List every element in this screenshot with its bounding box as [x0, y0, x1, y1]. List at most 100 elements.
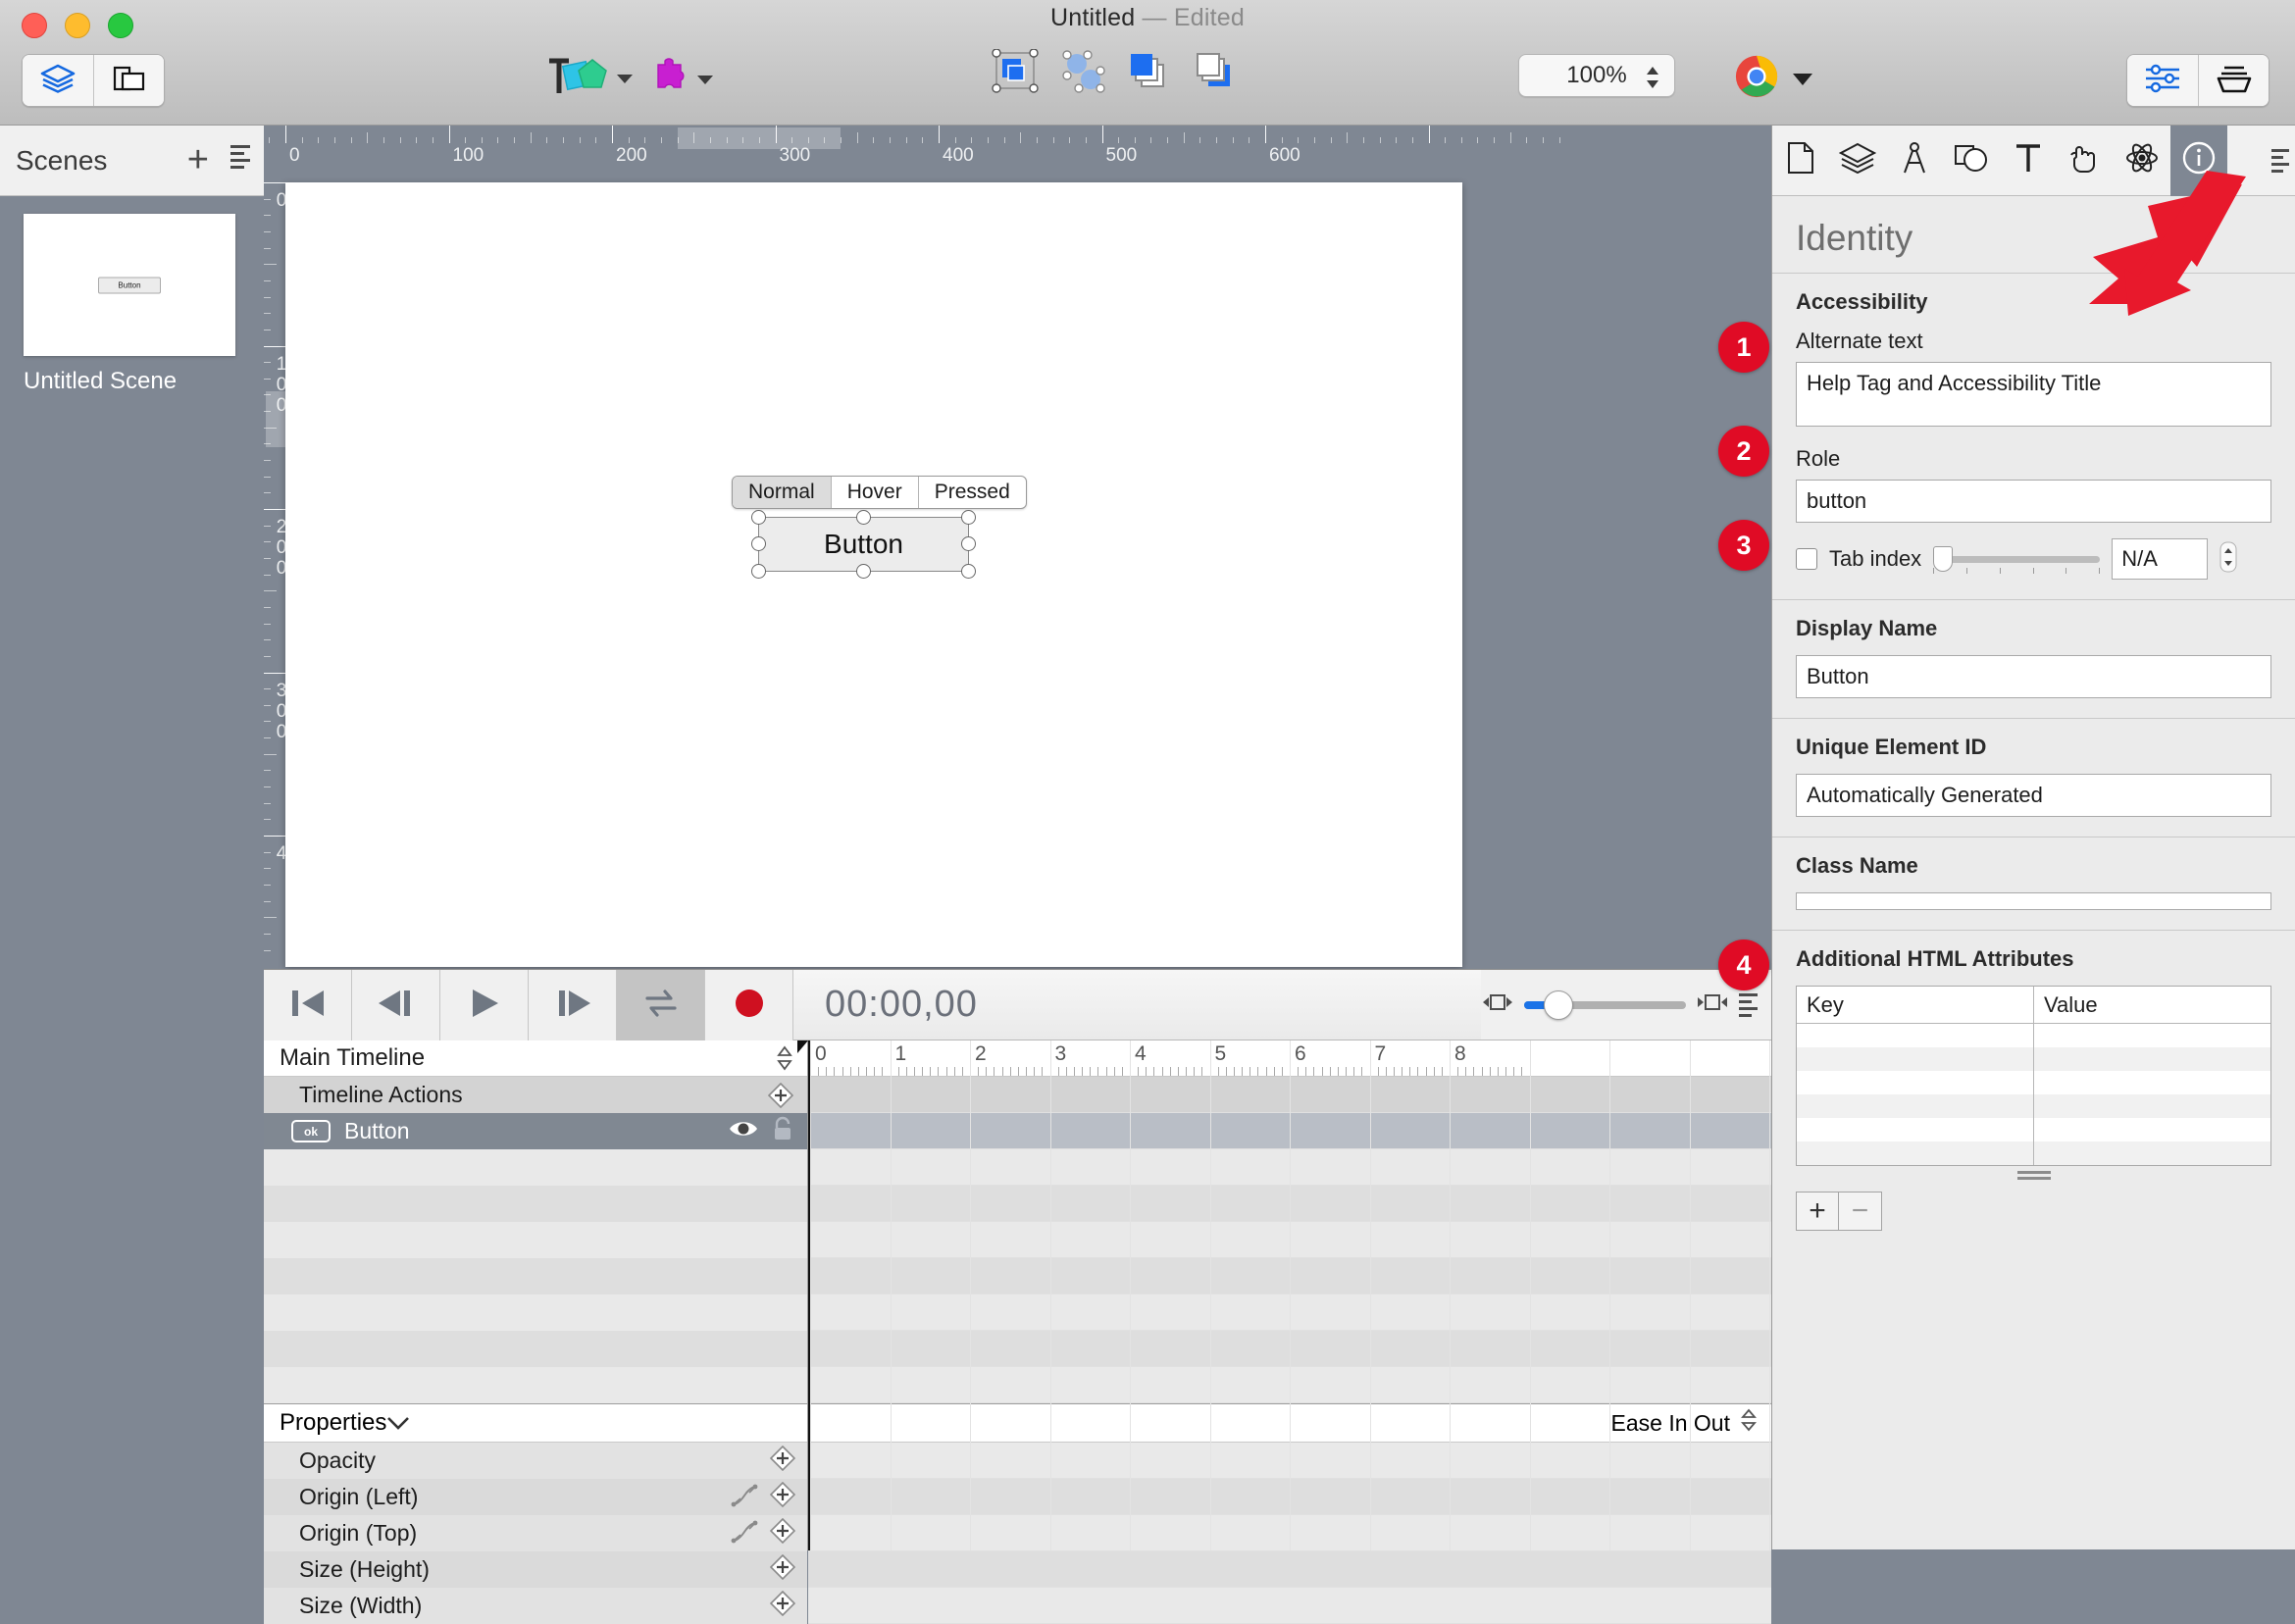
bring-front-icon[interactable] [1128, 51, 1173, 97]
property-row[interactable]: Origin (Left) [264, 1479, 807, 1515]
add-keyframe-icon[interactable] [769, 1445, 796, 1477]
attribute-row[interactable] [1797, 1094, 2270, 1118]
resize-handle-se[interactable] [961, 564, 976, 579]
library-toggle-button[interactable] [2198, 55, 2269, 106]
property-row[interactable]: Size (Height) [264, 1551, 807, 1588]
easing-curve-icon[interactable] [731, 1482, 758, 1513]
timeline-grid[interactable]: 0 1 2 3 4 5 6 7 8 Ease In Out [797, 1040, 1771, 1624]
property-lane[interactable] [808, 1588, 1771, 1624]
loop-button[interactable] [617, 970, 705, 1040]
chevron-down-icon[interactable] [1793, 73, 1812, 85]
chevron-down-icon[interactable] [697, 76, 713, 84]
inspector-tab-physics[interactable] [2114, 126, 2170, 196]
timeline-zoom-slider[interactable] [1524, 990, 1686, 1020]
attribute-value-cell[interactable] [2034, 1094, 2270, 1118]
zoom-level-field[interactable]: 100% [1518, 54, 1675, 97]
resize-handle-sw[interactable] [750, 564, 766, 579]
inspector-tab-document[interactable] [1772, 126, 1829, 196]
inspector-tab-element[interactable] [1943, 126, 2000, 196]
remove-attribute-button[interactable]: − [1839, 1192, 1882, 1231]
button-state-segmented-control[interactable]: Normal Hover Pressed [732, 476, 1027, 509]
add-keyframe-icon[interactable] [769, 1481, 796, 1513]
inspector-tab-scene[interactable] [1829, 126, 1886, 196]
attribute-row[interactable] [1797, 1047, 2270, 1071]
inspector-resize-handle[interactable] [2271, 149, 2289, 173]
property-lane[interactable] [808, 1551, 1771, 1588]
property-row[interactable]: Opacity [264, 1443, 807, 1479]
role-field[interactable]: button [1796, 480, 2271, 523]
add-scene-button[interactable]: + [187, 141, 209, 178]
unique-element-id-field[interactable]: Automatically Generated [1796, 774, 2271, 817]
add-keyframe-icon[interactable] [769, 1517, 796, 1549]
attribute-key-cell[interactable] [1797, 1118, 2034, 1142]
zoom-stepper[interactable] [1643, 64, 1662, 98]
attribute-value-cell[interactable] [2034, 1024, 2270, 1047]
layers-view-button[interactable] [23, 55, 93, 106]
easing-curve-icon[interactable] [731, 1518, 758, 1549]
inspector-tab-identity[interactable] [2170, 125, 2227, 196]
view-mode-segmented-control[interactable] [22, 54, 165, 107]
timeline-element-row-button[interactable]: ok Button [264, 1113, 807, 1149]
button-state-normal[interactable]: Normal [733, 477, 831, 508]
main-timeline-row[interactable]: Main Timeline [264, 1040, 807, 1077]
play-button[interactable] [440, 970, 529, 1040]
attribute-row[interactable] [1797, 1118, 2270, 1142]
attribute-row[interactable] [1797, 1024, 2270, 1047]
selected-button-element[interactable]: Button [750, 509, 976, 579]
resize-handle-nw[interactable] [750, 509, 766, 525]
tab-index-stepper[interactable] [2219, 541, 2237, 578]
table-resize-grip[interactable] [1796, 1171, 2271, 1180]
timeline-actions-row[interactable]: Timeline Actions [264, 1077, 807, 1113]
button-state-pressed[interactable]: Pressed [917, 477, 1026, 508]
resize-handle-s[interactable] [855, 564, 871, 579]
add-attribute-button[interactable]: + [1796, 1192, 1839, 1231]
selection-box-icon[interactable] [991, 48, 1040, 99]
attribute-key-cell[interactable] [1797, 1094, 2034, 1118]
properties-collapse-chevron-icon[interactable] [386, 1409, 410, 1437]
button-state-hover[interactable]: Hover [830, 477, 918, 508]
chevron-down-icon[interactable] [617, 75, 633, 83]
timeline-popup-arrows[interactable] [776, 1045, 793, 1071]
elements-menu-button[interactable] [545, 54, 633, 104]
attribute-row[interactable] [1797, 1071, 2270, 1094]
widgets-menu-button[interactable] [647, 56, 713, 104]
add-keyframe-icon[interactable] [769, 1553, 796, 1586]
step-forward-button[interactable] [529, 970, 617, 1040]
resources-view-button[interactable] [93, 55, 164, 106]
zoom-expand-icon[interactable] [1696, 990, 1729, 1019]
resize-handle-w[interactable] [750, 536, 766, 551]
scene-item[interactable]: Button Untitled Scene [24, 214, 240, 395]
step-back-button[interactable] [352, 970, 440, 1040]
html-attributes-table[interactable]: Key Value [1796, 986, 2271, 1166]
attribute-value-cell[interactable] [2034, 1118, 2270, 1142]
add-keyframe-icon[interactable] [769, 1590, 796, 1622]
scene-thumbnail[interactable]: Button [24, 214, 235, 356]
attribute-value-cell[interactable] [2034, 1142, 2270, 1165]
record-button[interactable] [705, 970, 793, 1040]
inspector-tab-text[interactable] [2000, 126, 2057, 196]
panels-segmented-control[interactable] [2126, 54, 2270, 107]
alternate-text-field[interactable]: Help Tag and Accessibility Title [1796, 362, 2271, 427]
sidebar-resize-handle[interactable] [230, 145, 250, 169]
resize-handle-e[interactable] [961, 536, 976, 551]
attribute-value-cell[interactable] [2034, 1047, 2270, 1071]
timeline-resize-handle[interactable] [1739, 992, 1758, 1017]
playhead[interactable] [797, 1040, 810, 1550]
inspector-tab-metrics[interactable] [1886, 126, 1943, 196]
display-name-field[interactable]: Button [1796, 655, 2271, 698]
resize-handle-n[interactable] [855, 509, 871, 525]
tab-index-checkbox[interactable] [1796, 548, 1817, 570]
attribute-key-cell[interactable] [1797, 1071, 2034, 1094]
canvas-area[interactable]: 0 100 200 300 400 500 600 01002003004 Normal Ho… [264, 126, 1771, 969]
zoom-collapse-icon[interactable] [1481, 990, 1514, 1019]
tab-index-slider[interactable] [1933, 546, 2101, 574]
path-nodes-icon[interactable] [1061, 49, 1106, 99]
attribute-key-cell[interactable] [1797, 1142, 2034, 1165]
attribute-key-cell[interactable] [1797, 1047, 2034, 1071]
send-back-icon[interactable] [1195, 51, 1240, 97]
attribute-value-cell[interactable] [2034, 1071, 2270, 1094]
resize-handle-ne[interactable] [961, 509, 976, 525]
attribute-key-cell[interactable] [1797, 1024, 2034, 1047]
stage-canvas[interactable]: Normal Hover Pressed Button [285, 182, 1462, 967]
visibility-eye-icon[interactable] [729, 1118, 758, 1145]
